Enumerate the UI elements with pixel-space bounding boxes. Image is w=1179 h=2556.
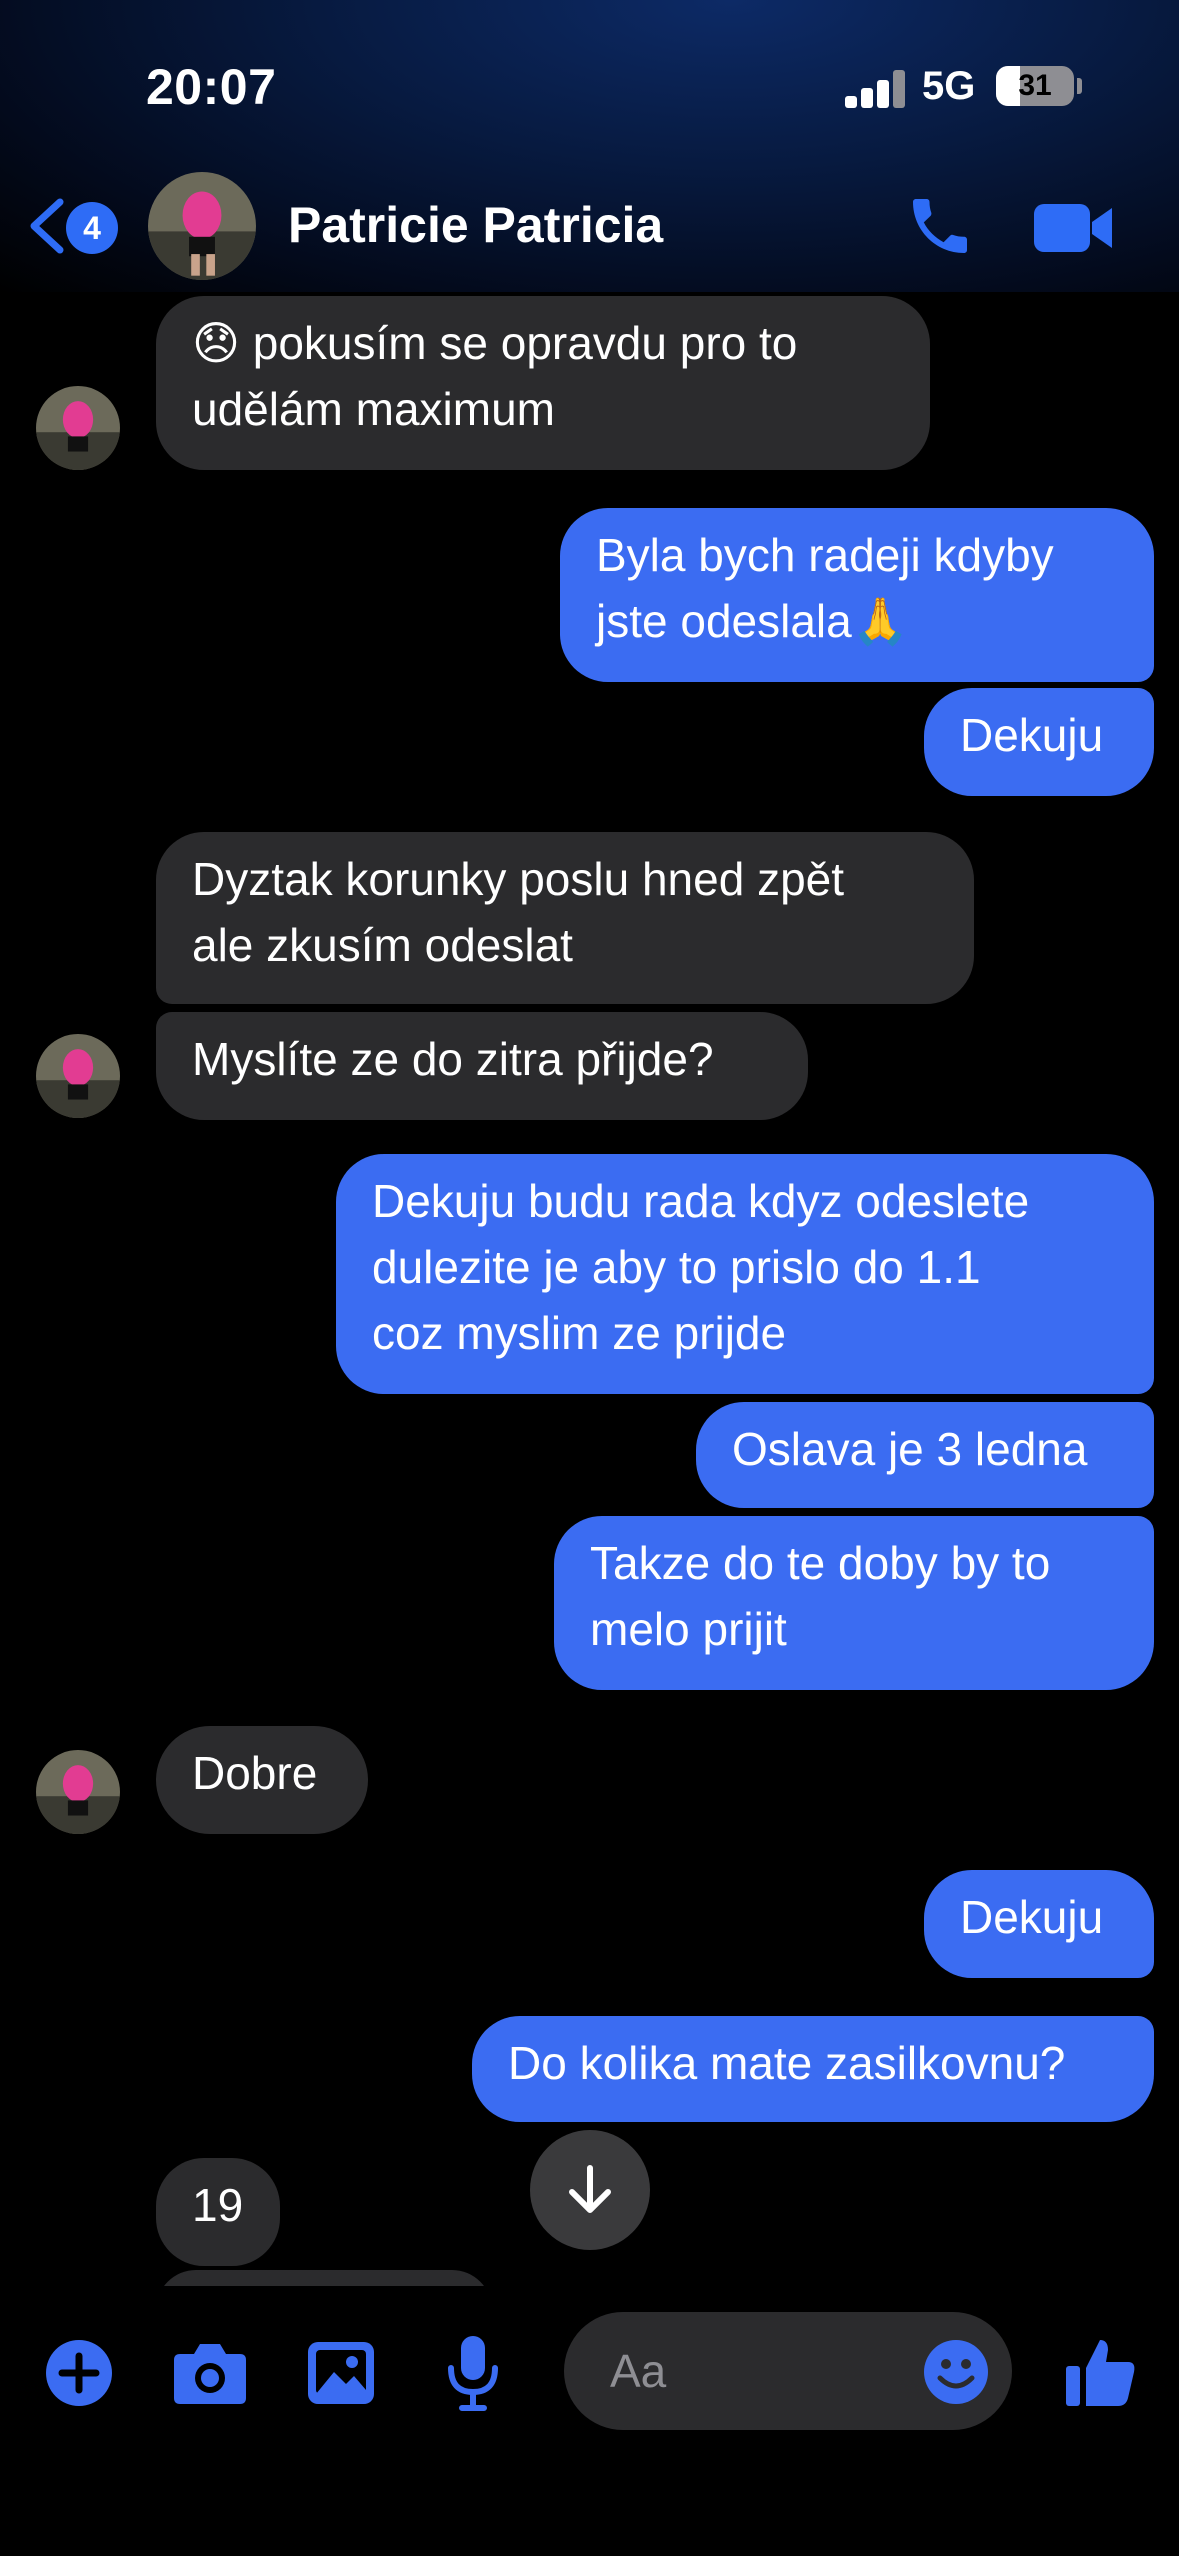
message-bubble[interactable]: Dyztak korunky poslu hned zpět ale zkusí… <box>156 832 974 1004</box>
phone-icon[interactable] <box>904 190 976 262</box>
message-input[interactable] <box>608 2342 912 2400</box>
message-bubble[interactable]: Oslava je 3 ledna <box>696 1402 1154 1508</box>
plus-circle-icon[interactable] <box>44 2338 114 2408</box>
home-indicator <box>0 2540 1179 2556</box>
folded-hands-icon: 🙏 <box>851 594 909 648</box>
message-bubble[interactable]: Byla bych radeji kdyby jste odeslala🙏 <box>560 508 1154 682</box>
arrow-down-icon <box>569 2165 611 2213</box>
network-type: 5G <box>922 64 976 108</box>
avatar[interactable] <box>36 1034 120 1118</box>
microphone-icon[interactable] <box>446 2334 500 2412</box>
message-bubble[interactable]: Do kolika mate zasilkovnu? <box>472 2016 1154 2122</box>
message-bubble[interactable]: 😞 pokusím se opravdu pro to udělám maxim… <box>156 296 930 470</box>
message-bubble[interactable]: Dekuju budu rada kdyz odeslete dulezite … <box>336 1154 1154 1394</box>
status-time: 20:07 <box>146 59 277 115</box>
unread-badge[interactable]: 4 <box>66 202 118 254</box>
avatar[interactable] <box>148 172 256 280</box>
message-bubble[interactable]: Myslíte ze do zitra přijde? <box>156 1012 808 1120</box>
message-bubble[interactable]: Dekuju <box>924 1870 1154 1978</box>
video-camera-icon[interactable] <box>1032 198 1116 258</box>
thumbs-up-icon[interactable] <box>1062 2334 1138 2410</box>
avatar[interactable] <box>36 1750 120 1834</box>
battery-icon: 31 <box>996 66 1074 106</box>
chevron-left-icon[interactable] <box>22 196 72 256</box>
message-bubble[interactable]: Dekuju <box>924 688 1154 796</box>
avatar[interactable] <box>36 386 120 470</box>
disappointed-face-icon: 😞 <box>192 316 240 370</box>
battery-tip <box>1077 78 1082 94</box>
message-bubble[interactable]: 19 <box>156 2158 280 2266</box>
image-icon[interactable] <box>306 2340 376 2406</box>
message-bubble[interactable]: Takze do te doby by to melo prijit <box>554 1516 1154 1690</box>
scroll-to-bottom-button[interactable] <box>530 2130 650 2250</box>
battery-percent: 31 <box>1018 69 1052 102</box>
smiley-icon[interactable] <box>922 2338 990 2406</box>
contact-name[interactable]: Patricie Patricia <box>288 196 663 254</box>
message-bubble[interactable]: Dobre <box>156 1726 368 1834</box>
camera-icon[interactable] <box>172 2340 248 2406</box>
signal-icon <box>845 68 907 108</box>
